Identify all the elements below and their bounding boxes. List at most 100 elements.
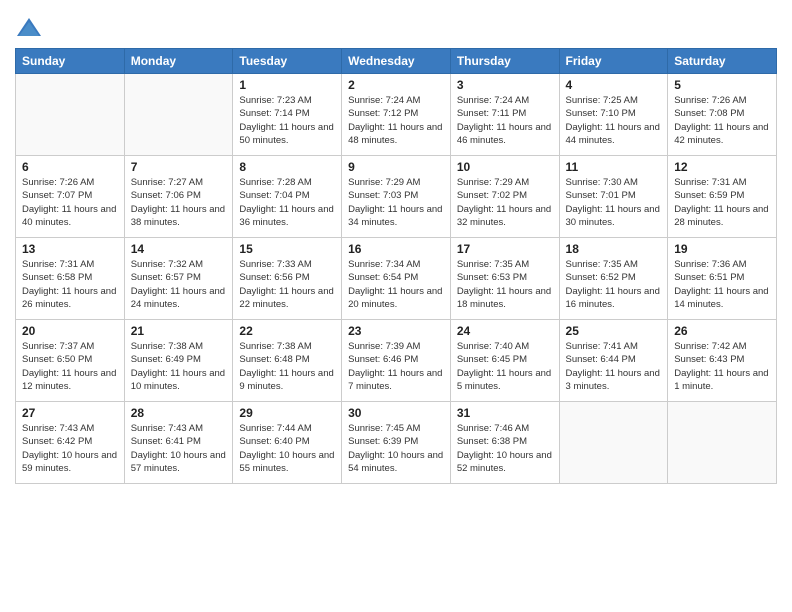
calendar-cell: 1 Sunrise: 7:23 AMSunset: 7:14 PMDaylight… [233, 74, 342, 156]
calendar-cell: 19Sunrise: 7:36 AMSunset: 6:51 PMDayligh… [668, 238, 777, 320]
day-number: 9 [348, 160, 444, 174]
calendar-cell: 15 Sunrise: 7:33 AMSunset: 6:56 PMDayligh… [233, 238, 342, 320]
calendar-cell: 23 Sunrise: 7:39 AMSunset: 6:46 PMDayligh… [342, 320, 451, 402]
calendar-cell: 14 Sunrise: 7:32 AMSunset: 6:57 PMDayligh… [124, 238, 233, 320]
col-saturday: Saturday [668, 49, 777, 74]
day-number: 14 [131, 242, 227, 256]
day-info: Sunrise: 7:35 AMSunset: 6:52 PMDaylight:… [566, 258, 662, 311]
col-tuesday: Tuesday [233, 49, 342, 74]
day-info: Sunrise: 7:37 AMSunset: 6:50 PMDaylight:… [22, 340, 118, 393]
col-sunday: Sunday [16, 49, 125, 74]
calendar-cell: 16 Sunrise: 7:34 AMSunset: 6:54 PMDayligh… [342, 238, 451, 320]
day-number: 29 [239, 406, 335, 420]
day-info: Sunrise: 7:41 AMSunset: 6:44 PMDaylight:… [566, 340, 662, 393]
day-info: Sunrise: 7:44 AMSunset: 6:40 PMDaylight:… [239, 422, 335, 475]
day-info: Sunrise: 7:30 AMSunset: 7:01 PMDaylight:… [566, 176, 662, 229]
day-number: 16 [348, 242, 444, 256]
day-number: 6 [22, 160, 118, 174]
day-info: Sunrise: 7:39 AMSunset: 6:46 PMDaylight:… [348, 340, 444, 393]
day-info: Sunrise: 7:25 AMSunset: 7:10 PMDaylight:… [566, 94, 662, 147]
day-info: Sunrise: 7:23 AMSunset: 7:14 PMDaylight:… [239, 94, 335, 147]
calendar-table: Sunday Monday Tuesday Wednesday Thursday… [15, 48, 777, 484]
day-info: Sunrise: 7:31 AMSunset: 6:58 PMDaylight:… [22, 258, 118, 311]
calendar-cell: 5 Sunrise: 7:26 AMSunset: 7:08 PMDaylight… [668, 74, 777, 156]
day-info: Sunrise: 7:27 AMSunset: 7:06 PMDaylight:… [131, 176, 227, 229]
day-info: Sunrise: 7:24 AMSunset: 7:12 PMDaylight:… [348, 94, 444, 147]
day-info: Sunrise: 7:43 AMSunset: 6:41 PMDaylight:… [131, 422, 227, 475]
day-number: 19 [674, 242, 770, 256]
day-number: 3 [457, 78, 553, 92]
calendar-week-row: 27 Sunrise: 7:43 AMSunset: 6:42 PMDayligh… [16, 402, 777, 484]
calendar-week-row: 20 Sunrise: 7:37 AMSunset: 6:50 PMDayligh… [16, 320, 777, 402]
calendar-cell: 2 Sunrise: 7:24 AMSunset: 7:12 PMDaylight… [342, 74, 451, 156]
calendar-cell: 24 Sunrise: 7:40 AMSunset: 6:45 PMDayligh… [450, 320, 559, 402]
day-number: 4 [566, 78, 662, 92]
day-info: Sunrise: 7:34 AMSunset: 6:54 PMDaylight:… [348, 258, 444, 311]
header-row: Sunday Monday Tuesday Wednesday Thursday… [16, 49, 777, 74]
calendar-cell [124, 74, 233, 156]
day-number: 28 [131, 406, 227, 420]
day-number: 10 [457, 160, 553, 174]
calendar-cell: 29 Sunrise: 7:44 AMSunset: 6:40 PMDayligh… [233, 402, 342, 484]
logo-icon [15, 14, 43, 42]
calendar-cell [668, 402, 777, 484]
day-number: 20 [22, 324, 118, 338]
day-number: 17 [457, 242, 553, 256]
logo [15, 14, 47, 42]
calendar-cell: 6 Sunrise: 7:26 AMSunset: 7:07 PMDaylight… [16, 156, 125, 238]
day-info: Sunrise: 7:28 AMSunset: 7:04 PMDaylight:… [239, 176, 335, 229]
day-info: Sunrise: 7:26 AMSunset: 7:07 PMDaylight:… [22, 176, 118, 229]
day-info: Sunrise: 7:45 AMSunset: 6:39 PMDaylight:… [348, 422, 444, 475]
day-number: 7 [131, 160, 227, 174]
day-number: 1 [239, 78, 335, 92]
day-number: 18 [566, 242, 662, 256]
day-info: Sunrise: 7:35 AMSunset: 6:53 PMDaylight:… [457, 258, 553, 311]
calendar-cell: 31Sunrise: 7:46 AMSunset: 6:38 PMDayligh… [450, 402, 559, 484]
calendar-cell: 20 Sunrise: 7:37 AMSunset: 6:50 PMDayligh… [16, 320, 125, 402]
day-number: 30 [348, 406, 444, 420]
page: Sunday Monday Tuesday Wednesday Thursday… [0, 0, 792, 612]
calendar-cell: 10Sunrise: 7:29 AMSunset: 7:02 PMDayligh… [450, 156, 559, 238]
day-info: Sunrise: 7:33 AMSunset: 6:56 PMDaylight:… [239, 258, 335, 311]
day-number: 11 [566, 160, 662, 174]
day-info: Sunrise: 7:29 AMSunset: 7:03 PMDaylight:… [348, 176, 444, 229]
calendar-cell [559, 402, 668, 484]
day-info: Sunrise: 7:40 AMSunset: 6:45 PMDaylight:… [457, 340, 553, 393]
day-info: Sunrise: 7:26 AMSunset: 7:08 PMDaylight:… [674, 94, 770, 147]
calendar-week-row: 1 Sunrise: 7:23 AMSunset: 7:14 PMDaylight… [16, 74, 777, 156]
calendar-cell: 8Sunrise: 7:28 AMSunset: 7:04 PMDaylight… [233, 156, 342, 238]
calendar-cell [16, 74, 125, 156]
day-info: Sunrise: 7:32 AMSunset: 6:57 PMDaylight:… [131, 258, 227, 311]
day-number: 23 [348, 324, 444, 338]
day-number: 13 [22, 242, 118, 256]
calendar-cell: 17 Sunrise: 7:35 AMSunset: 6:53 PMDayligh… [450, 238, 559, 320]
day-number: 27 [22, 406, 118, 420]
day-number: 25 [566, 324, 662, 338]
day-number: 24 [457, 324, 553, 338]
calendar-body: 1 Sunrise: 7:23 AMSunset: 7:14 PMDaylight… [16, 74, 777, 484]
day-info: Sunrise: 7:42 AMSunset: 6:43 PMDaylight:… [674, 340, 770, 393]
calendar-week-row: 13 Sunrise: 7:31 AMSunset: 6:58 PMDayligh… [16, 238, 777, 320]
calendar-cell: 11 Sunrise: 7:30 AMSunset: 7:01 PMDayligh… [559, 156, 668, 238]
day-info: Sunrise: 7:24 AMSunset: 7:11 PMDaylight:… [457, 94, 553, 147]
calendar-cell: 13 Sunrise: 7:31 AMSunset: 6:58 PMDayligh… [16, 238, 125, 320]
calendar-cell: 3 Sunrise: 7:24 AMSunset: 7:11 PMDaylight… [450, 74, 559, 156]
calendar-cell: 28 Sunrise: 7:43 AMSunset: 6:41 PMDayligh… [124, 402, 233, 484]
day-info: Sunrise: 7:38 AMSunset: 6:48 PMDaylight:… [239, 340, 335, 393]
day-number: 21 [131, 324, 227, 338]
col-thursday: Thursday [450, 49, 559, 74]
col-monday: Monday [124, 49, 233, 74]
day-info: Sunrise: 7:46 AMSunset: 6:38 PMDaylight:… [457, 422, 553, 475]
calendar-cell: 30 Sunrise: 7:45 AMSunset: 6:39 PMDayligh… [342, 402, 451, 484]
day-number: 2 [348, 78, 444, 92]
day-number: 15 [239, 242, 335, 256]
calendar-cell: 4 Sunrise: 7:25 AMSunset: 7:10 PMDaylight… [559, 74, 668, 156]
day-info: Sunrise: 7:38 AMSunset: 6:49 PMDaylight:… [131, 340, 227, 393]
day-info: Sunrise: 7:43 AMSunset: 6:42 PMDaylight:… [22, 422, 118, 475]
calendar-cell: 7 Sunrise: 7:27 AMSunset: 7:06 PMDaylight… [124, 156, 233, 238]
day-number: 26 [674, 324, 770, 338]
header [15, 10, 777, 42]
calendar-cell: 25 Sunrise: 7:41 AMSunset: 6:44 PMDayligh… [559, 320, 668, 402]
day-number: 5 [674, 78, 770, 92]
calendar-cell: 26 Sunrise: 7:42 AMSunset: 6:43 PMDayligh… [668, 320, 777, 402]
